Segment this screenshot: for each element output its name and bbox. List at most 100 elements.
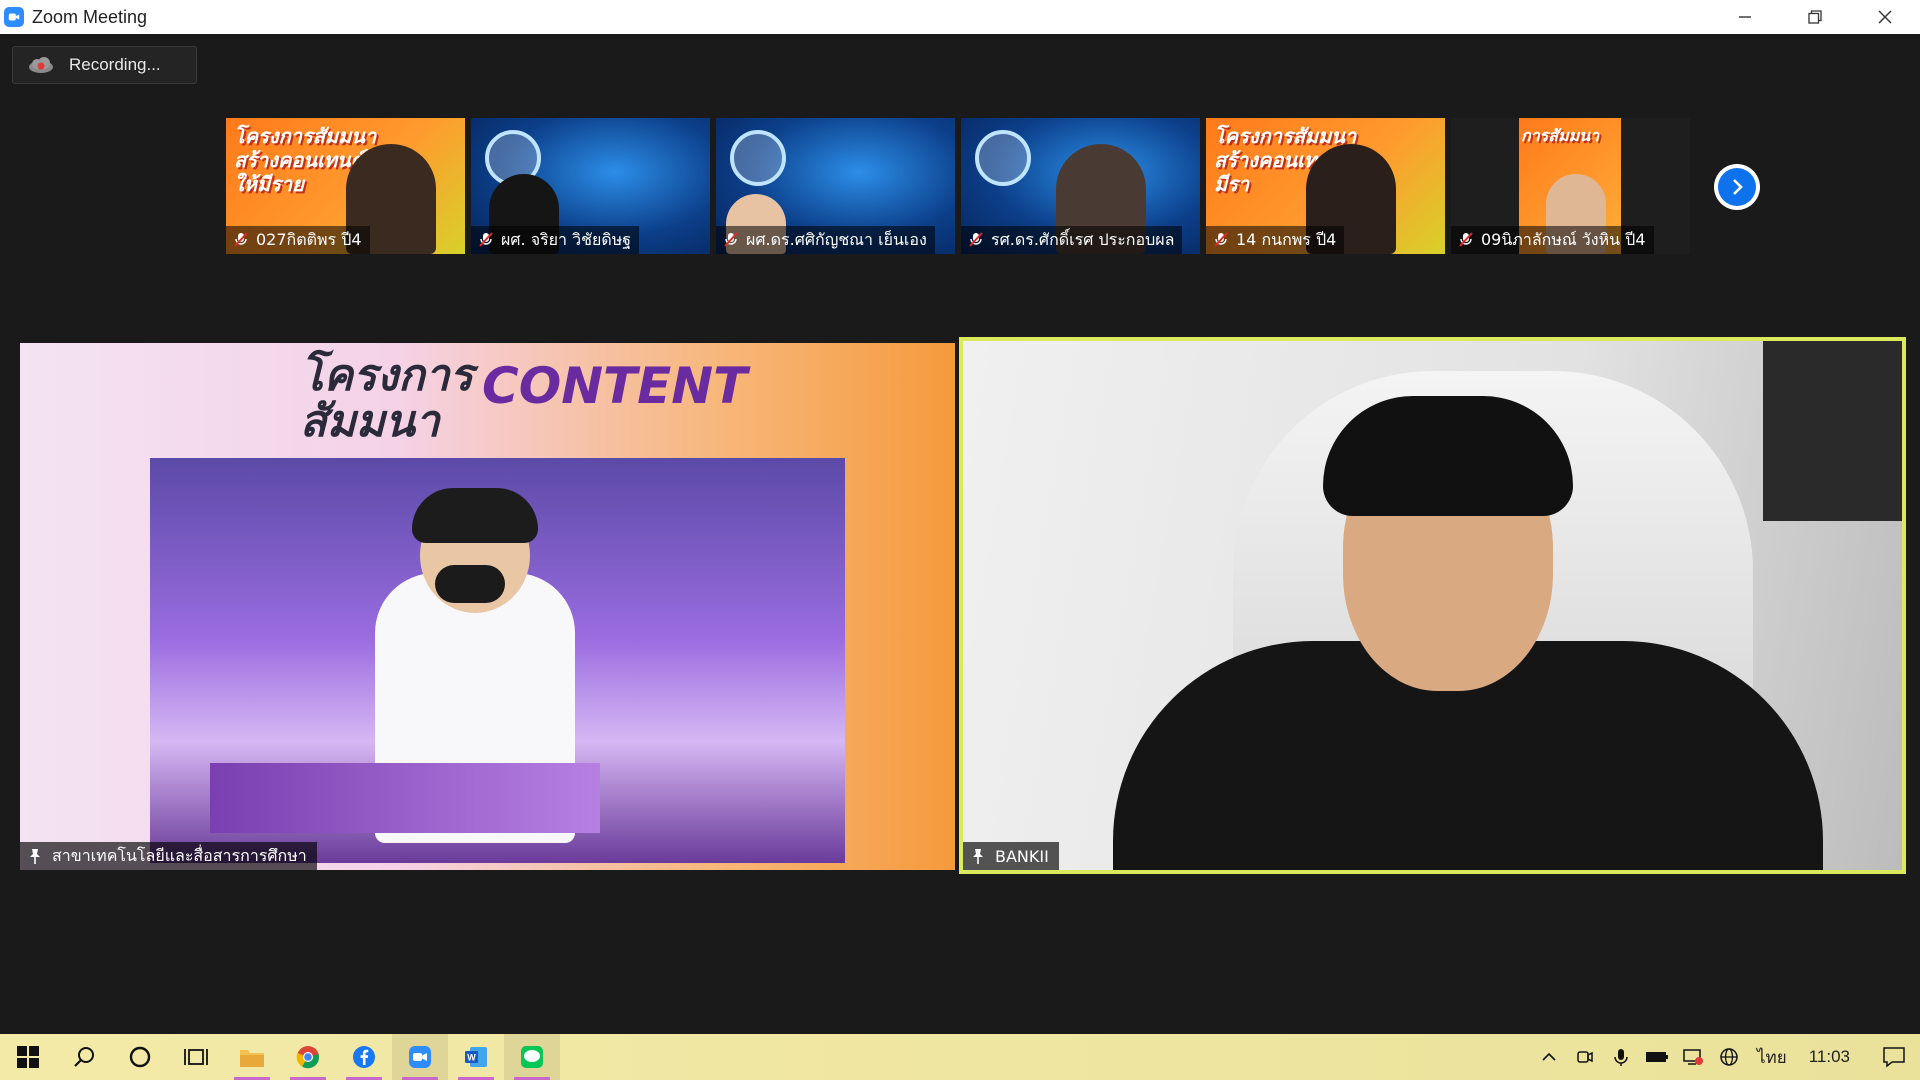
zoom-app-icon	[4, 7, 24, 27]
chevron-right-icon	[1733, 179, 1743, 195]
taskbar-line[interactable]	[504, 1034, 560, 1080]
globe-icon	[1720, 1048, 1738, 1066]
participant-thumbnail[interactable]: รศ.ดร.ศักดิ์เรศ ประกอบผล	[961, 118, 1200, 254]
tray-meet-now[interactable]	[1567, 1034, 1603, 1080]
tray-microphone[interactable]	[1603, 1034, 1639, 1080]
mic-muted-icon	[479, 232, 493, 247]
taskbar-word[interactable]: W	[448, 1034, 504, 1080]
presenter-mask	[435, 565, 505, 603]
main-video-left[interactable]: โครงการ สัมมนา CONTENT สาขาเทคโนโลยีและส…	[20, 343, 955, 870]
main-video-right-active-speaker[interactable]: BANKII	[959, 337, 1906, 874]
windows-logo-icon	[17, 1046, 39, 1068]
system-tray: ไทย 11:03	[1531, 1034, 1920, 1080]
svg-text:W: W	[467, 1053, 476, 1063]
taskbar-facebook[interactable]	[336, 1034, 392, 1080]
speaker-hair	[1323, 396, 1573, 516]
taskbar-chrome[interactable]	[280, 1034, 336, 1080]
microphone-icon	[1614, 1049, 1628, 1066]
participant-thumbnail[interactable]: ผศ. จริยา วิชัยดิษฐ	[471, 118, 710, 254]
participant-name: ผศ. จริยา วิชัยดิษฐ	[501, 229, 632, 249]
action-center-button[interactable]	[1868, 1034, 1920, 1080]
participant-name: 09นิภาลักษณ์ วังหิน ปี4	[1481, 229, 1646, 249]
window-controls	[1710, 0, 1920, 34]
network-icon	[1683, 1049, 1703, 1065]
participant-name-label: ผศ. จริยา วิชัยดิษฐ	[471, 226, 640, 254]
participant-name: 14 กนกพร ปี4	[1236, 229, 1337, 249]
chevron-up-icon	[1542, 1052, 1556, 1061]
show-hidden-icons-button[interactable]	[1531, 1034, 1567, 1080]
participant-name: รศ.ดร.ศักดิ์เรศ ประกอบผล	[991, 229, 1175, 249]
participant-thumbnail[interactable]: การสัมมนา 09นิภาลักษณ์ วังหิน ปี4	[1451, 118, 1690, 254]
zoom-icon	[409, 1046, 431, 1068]
battery-icon	[1646, 1052, 1668, 1062]
video-headline-line2: สัมมนา	[300, 396, 440, 447]
line-app-icon	[521, 1046, 543, 1068]
participant-thumbnail[interactable]: โครงการสัมมนา สร้างคอนเทน ให้มีรา 14 กนก…	[1206, 118, 1445, 254]
cortana-icon	[129, 1046, 151, 1068]
taskbar-zoom[interactable]	[392, 1034, 448, 1080]
tray-network[interactable]	[1675, 1034, 1711, 1080]
start-button[interactable]	[0, 1034, 56, 1080]
participant-name-label: 09นิภาลักษณ์ วังหิน ปี4	[1451, 226, 1654, 254]
presenter-hair	[412, 488, 538, 543]
input-language-indicator[interactable]: ไทย	[1747, 1044, 1797, 1071]
participant-name-label: 027กิตติพร ปี4	[226, 226, 370, 254]
logo-icon	[730, 130, 786, 186]
close-icon	[1878, 10, 1892, 24]
task-view-button[interactable]	[168, 1034, 224, 1080]
search-icon	[74, 1047, 94, 1067]
search-button[interactable]	[56, 1034, 112, 1080]
window-title: Zoom Meeting	[32, 6, 148, 27]
mic-muted-icon	[724, 232, 738, 247]
participant-name: BANKII	[995, 846, 1049, 866]
lower-third-graphic	[210, 763, 600, 833]
facebook-icon	[353, 1046, 375, 1068]
taskbar-file-explorer[interactable]	[224, 1034, 280, 1080]
cortana-button[interactable]	[112, 1034, 168, 1080]
participant-name-label: BANKII	[963, 842, 1059, 870]
mic-muted-icon	[1459, 232, 1473, 247]
logo-icon	[975, 130, 1031, 186]
participant-name-label: สาขาเทคโนโลยีและสื่อสารการศึกษา	[20, 842, 317, 870]
tray-globe[interactable]	[1711, 1034, 1747, 1080]
pin-icon	[973, 849, 983, 864]
participant-name-label: 14 กนกพร ปี4	[1206, 226, 1345, 254]
recording-indicator[interactable]: Recording...	[12, 46, 197, 84]
notification-icon	[1883, 1047, 1905, 1068]
taskbar-clock[interactable]: 11:03	[1797, 1047, 1868, 1067]
video-headline-brand: CONTENT	[482, 357, 748, 415]
mic-muted-icon	[1214, 232, 1228, 247]
close-button[interactable]	[1850, 0, 1920, 34]
participant-name-label: ผศ.ดร.ศศิกัญชณา เย็นเอง	[716, 226, 935, 254]
participant-name-label: รศ.ดร.ศักดิ์เรศ ประกอบผล	[961, 226, 1183, 254]
participant-name: สาขาเทคโนโลยีและสื่อสารการศึกษา	[52, 845, 307, 865]
next-page-button[interactable]	[1714, 164, 1760, 210]
participant-thumbnail[interactable]: ผศ.ดร.ศศิกัญชณา เย็นเอง	[716, 118, 955, 254]
participant-name: 027กิตติพร ปี4	[256, 229, 362, 249]
tray-battery[interactable]	[1639, 1034, 1675, 1080]
windows-taskbar: W ไทย 11:03	[0, 1034, 1920, 1080]
minimize-icon	[1739, 16, 1751, 18]
mic-muted-icon	[234, 232, 248, 247]
task-view-icon	[184, 1049, 208, 1065]
room-dark-panel	[1763, 341, 1902, 521]
next-page-button-inner	[1718, 168, 1756, 206]
chrome-icon	[296, 1046, 320, 1069]
participant-thumbnail-strip: โครงการสัมมนา สร้างคอนเทนต์ ให้มีราย 027…	[226, 118, 1690, 254]
video-headline: โครงการ สัมมนา	[300, 353, 473, 445]
recording-label: Recording...	[69, 55, 161, 74]
minimize-button[interactable]	[1710, 0, 1780, 34]
word-icon: W	[465, 1047, 487, 1067]
video-headline-line1: โครงการ	[300, 350, 474, 401]
participant-name: ผศ.ดร.ศศิกัญชณา เย็นเอง	[746, 229, 927, 249]
folder-icon	[240, 1050, 264, 1067]
window-titlebar: Zoom Meeting	[0, 0, 1920, 34]
mic-muted-icon	[969, 232, 983, 247]
camera-icon	[1577, 1051, 1593, 1063]
restore-icon	[1808, 10, 1822, 24]
thumbnail-banner-text: การสัมมนา	[1521, 126, 1600, 145]
pin-icon	[30, 849, 40, 864]
cloud-recording-icon	[29, 57, 53, 73]
restore-button[interactable]	[1780, 0, 1850, 34]
participant-thumbnail[interactable]: โครงการสัมมนา สร้างคอนเทนต์ ให้มีราย 027…	[226, 118, 465, 254]
